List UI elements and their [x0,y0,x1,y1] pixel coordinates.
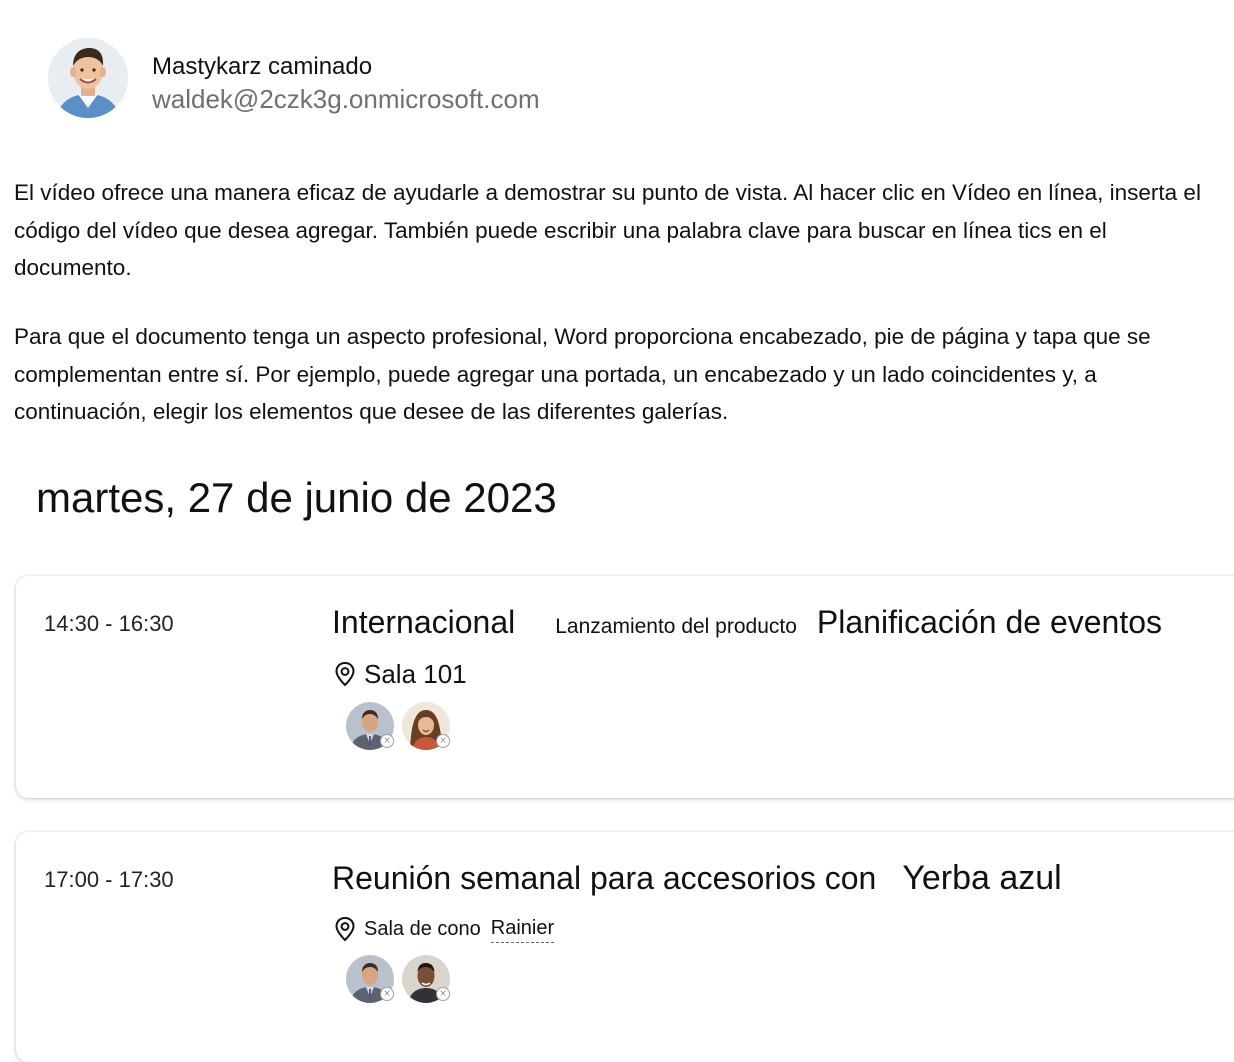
declined-status-icon: × [436,734,450,748]
attendee-list: × × [346,955,1062,1003]
event-title-row: Internacional Lanzamiento del producto P… [332,602,1162,642]
event-title-row: Reunión semanal para accesorios con Yerb… [332,858,1062,898]
event-location-text: Sala de cono [364,917,481,940]
event-card[interactable]: 14:30 - 16:30 Internacional Lanzamiento … [16,576,1234,798]
location-pin-icon [332,661,358,687]
profile-name: Mastykarz caminado [152,53,373,80]
attendee-list: × × [346,702,1162,750]
event-title: Internacional [332,604,516,640]
location-link[interactable]: Rainier [490,914,555,943]
attendee-avatar[interactable]: × [346,702,394,750]
event-subtitle: Lanzamiento del producto [555,615,797,638]
profile-header: Mastykarz caminado waldek@2czk3g.onmicro… [48,38,540,118]
location-pin-icon [332,916,358,942]
event-time: 17:00 - 17:30 [44,867,174,892]
body-paragraph-1: El vídeo ofrece una manera eficaz de ayu… [14,180,1201,280]
attendee-avatar[interactable]: × [346,955,394,1003]
profile-avatar[interactable] [48,38,128,118]
profile-email: waldek@2czk3g.onmicrosoft.com [152,84,540,114]
event-category: Planificación de eventos [816,604,1163,640]
event-details: Internacional Lanzamiento del producto P… [332,602,1162,750]
event-location-text: Sala 101 [364,659,467,689]
event-location: Sala de cono Rainier [332,914,1062,943]
event-title: Reunión semanal para accesorios con [332,860,877,896]
event-time: 14:30 - 16:30 [44,611,174,636]
declined-status-icon: × [380,734,394,748]
attendee-avatar[interactable]: × [402,702,450,750]
event-category: Yerba azul [902,859,1062,897]
declined-status-icon: × [380,987,394,1001]
profile-text: Mastykarz caminado waldek@2czk3g.onmicro… [152,52,540,116]
event-card[interactable]: 17:00 - 17:30 Reunión semanal para acces… [16,832,1234,1062]
event-location: Sala 101 [332,658,1162,690]
attendee-avatar[interactable]: × [402,955,450,1003]
date-heading: martes, 27 de junio de 2023 [36,474,557,521]
declined-status-icon: × [436,987,450,1001]
event-details: Reunión semanal para accesorios con Yerb… [332,858,1062,1003]
body-paragraph-2: Para que el documento tenga un aspecto p… [14,324,1151,424]
